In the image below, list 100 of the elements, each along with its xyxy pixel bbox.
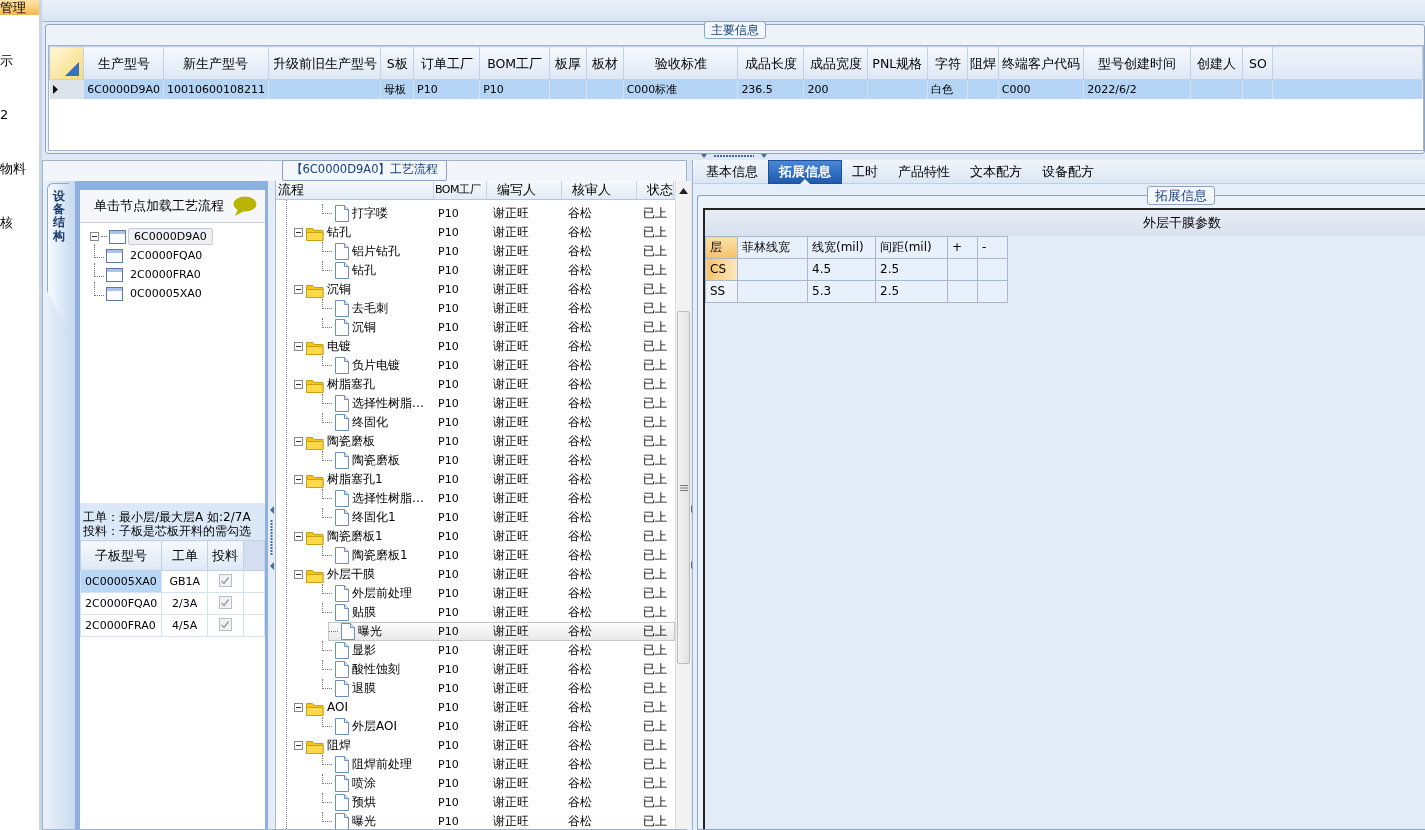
column-header[interactable]: BOM工厂 bbox=[479, 46, 550, 80]
column-header[interactable]: 成品长度 bbox=[737, 46, 804, 80]
tree-row[interactable]: 陶瓷磨板 P10 谢正旺 谷松 已上 bbox=[276, 451, 675, 470]
nav-item[interactable]: 核 bbox=[0, 215, 39, 231]
column-header[interactable]: 菲林线宽 bbox=[737, 236, 808, 259]
tree-node[interactable]: 2C0000FRA0 bbox=[125, 266, 206, 283]
column-header[interactable]: 生产型号 bbox=[83, 46, 164, 80]
tree-row[interactable]: 阻焊 P10 谢正旺 谷松 已上 bbox=[276, 736, 675, 755]
column-header[interactable]: 订单工厂 bbox=[413, 46, 480, 80]
tree-row[interactable]: 打字喽 P10 谢正旺 谷松 已上 bbox=[276, 204, 675, 223]
column-header[interactable]: - bbox=[977, 236, 1008, 259]
tab[interactable]: 设备配方 bbox=[1032, 160, 1104, 184]
checkbox[interactable] bbox=[219, 618, 232, 632]
tree-row[interactable]: 铝片钻孔 P10 谢正旺 谷松 已上 bbox=[276, 242, 675, 261]
column-header[interactable]: 工单 bbox=[161, 540, 208, 571]
tree-row[interactable]: 终固化1 P10 谢正旺 谷松 已上 bbox=[276, 508, 675, 527]
table-row[interactable]: 6C0000D9A0 10010600108211 母板 P10 P10 C000标准 236.5 200 白色 C000 2022/6/2 bbox=[49, 79, 1423, 99]
collapse-icon[interactable] bbox=[294, 475, 303, 484]
collapse-icon[interactable] bbox=[90, 232, 99, 241]
tree-row[interactable]: 阻焊前处理 P10 谢正旺 谷松 已上 bbox=[276, 755, 675, 774]
tree-row[interactable]: 去毛刺 P10 谢正旺 谷松 已上 bbox=[276, 299, 675, 318]
tree-row[interactable]: 陶瓷磨板 P10 谢正旺 谷松 已上 bbox=[276, 432, 675, 451]
tree-row[interactable]: 预烘 P10 谢正旺 谷松 已上 bbox=[276, 793, 675, 812]
column-header[interactable]: PNL规格 bbox=[867, 46, 928, 80]
column-header[interactable]: 板厚 bbox=[549, 46, 587, 80]
collapse-icon[interactable] bbox=[294, 285, 303, 294]
tree-row[interactable]: AOI P10 谢正旺 谷松 已上 bbox=[276, 698, 675, 717]
tree-node[interactable]: 0C00005XA0 bbox=[125, 285, 207, 302]
column-header[interactable]: 板材 bbox=[586, 46, 624, 80]
tree-row[interactable]: 显影 P10 谢正旺 谷松 已上 bbox=[276, 641, 675, 660]
column-header[interactable]: 成品宽度 bbox=[803, 46, 868, 80]
nav-item[interactable]: 示 bbox=[0, 53, 39, 69]
collapse-icon[interactable] bbox=[294, 380, 303, 389]
tab[interactable]: 基本信息 bbox=[696, 160, 768, 184]
tree-row[interactable]: 钻孔 P10 谢正旺 谷松 已上 bbox=[276, 223, 675, 242]
tree-row[interactable]: 退膜 P10 谢正旺 谷松 已上 bbox=[276, 679, 675, 698]
tree-row[interactable]: 选择性树脂… P10 谢正旺 谷松 已上 bbox=[276, 489, 675, 508]
side-tab[interactable]: 设备结构 bbox=[47, 183, 69, 333]
tree-row[interactable]: 树脂塞孔 P10 谢正旺 谷松 已上 bbox=[276, 375, 675, 394]
collapse-icon[interactable] bbox=[294, 437, 303, 446]
column-header[interactable]: BOM工厂 bbox=[434, 181, 487, 199]
tree-row[interactable]: 外层前处理 P10 谢正旺 谷松 已上 bbox=[276, 584, 675, 603]
collapse-icon[interactable] bbox=[294, 228, 303, 237]
scrollbar-thumb[interactable] bbox=[677, 311, 690, 664]
column-header[interactable]: 创建人 bbox=[1190, 46, 1243, 80]
tree-row[interactable]: 负片电镀 P10 谢正旺 谷松 已上 bbox=[276, 356, 675, 375]
column-header[interactable]: 间距(mil) bbox=[875, 236, 948, 259]
tree-row[interactable]: 外层AOI P10 谢正旺 谷松 已上 bbox=[276, 717, 675, 736]
collapse-icon[interactable] bbox=[294, 532, 303, 541]
tree-row[interactable]: 陶瓷磨板1 P10 谢正旺 谷松 已上 bbox=[276, 527, 675, 546]
column-header[interactable]: + bbox=[947, 236, 978, 259]
splitter-grip-icon[interactable] bbox=[269, 506, 274, 570]
tab[interactable]: 工时 bbox=[842, 160, 888, 184]
select-all-corner[interactable] bbox=[49, 46, 84, 80]
collapse-icon[interactable] bbox=[294, 342, 303, 351]
column-header[interactable]: 核审人 bbox=[562, 181, 637, 199]
nav-item[interactable]: 管理 bbox=[0, 0, 39, 15]
tab[interactable]: 产品特性 bbox=[888, 160, 960, 184]
row-header[interactable]: CS bbox=[705, 258, 738, 281]
tree-row[interactable]: 沉铜 P10 谢正旺 谷松 已上 bbox=[276, 318, 675, 337]
column-header[interactable]: 新生产型号 bbox=[163, 46, 269, 80]
tree-row[interactable]: 沉铜 P10 谢正旺 谷松 已上 bbox=[276, 280, 675, 299]
column-header[interactable]: 阻焊 bbox=[967, 46, 999, 80]
scrollbar[interactable] bbox=[675, 181, 691, 829]
tree-row[interactable]: 曝光 P10 谢正旺 谷松 已上 bbox=[328, 622, 675, 641]
checkbox[interactable] bbox=[219, 574, 232, 588]
column-header[interactable]: SO bbox=[1242, 46, 1273, 80]
column-header[interactable]: 子板型号 bbox=[80, 540, 162, 571]
column-header[interactable]: 流程 bbox=[276, 181, 434, 199]
column-header[interactable]: 编写人 bbox=[487, 181, 562, 199]
scroll-up-icon[interactable] bbox=[679, 188, 688, 194]
tree-row[interactable]: 选择性树脂… P10 谢正旺 谷松 已上 bbox=[276, 394, 675, 413]
splitter-grip-icon[interactable] bbox=[698, 154, 769, 160]
column-header[interactable]: 验收标准 bbox=[623, 46, 738, 80]
checkbox[interactable] bbox=[219, 596, 232, 610]
column-header[interactable]: 终端客户代码 bbox=[998, 46, 1084, 80]
collapse-icon[interactable] bbox=[294, 703, 303, 712]
tab[interactable]: 文本配方 bbox=[960, 160, 1032, 184]
column-header[interactable]: 投料 bbox=[207, 540, 244, 571]
nav-item[interactable]: 2 bbox=[0, 107, 39, 123]
tree-row[interactable]: 贴膜 P10 谢正旺 谷松 已上 bbox=[276, 603, 675, 622]
tree-node[interactable]: 6C0000D9A0 bbox=[128, 227, 213, 246]
collapse-icon[interactable] bbox=[294, 741, 303, 750]
tree-row[interactable]: 钻孔 P10 谢正旺 谷松 已上 bbox=[276, 261, 675, 280]
tree-row[interactable]: 陶瓷磨板1 P10 谢正旺 谷松 已上 bbox=[276, 546, 675, 565]
column-header[interactable]: 升级前旧生产型号 bbox=[268, 46, 381, 80]
tree-row[interactable]: 终固化 P10 谢正旺 谷松 已上 bbox=[276, 413, 675, 432]
column-header[interactable]: 状态 bbox=[637, 181, 674, 199]
column-header[interactable]: 线宽(mil) bbox=[807, 236, 876, 259]
tree-row[interactable]: 曝光 P10 谢正旺 谷松 已上 bbox=[276, 812, 675, 829]
table-cell[interactable]: 2C0000FRA0 bbox=[80, 614, 162, 637]
table-cell[interactable]: 2C0000FQA0 bbox=[80, 592, 162, 615]
column-header[interactable]: 型号创建时间 bbox=[1083, 46, 1191, 80]
tree-row[interactable]: 外层干膜 P10 谢正旺 谷松 已上 bbox=[276, 565, 675, 584]
column-header[interactable]: S板 bbox=[380, 46, 414, 80]
tab[interactable]: 拓展信息 bbox=[768, 160, 842, 184]
row-header[interactable]: SS bbox=[705, 280, 738, 303]
tree-row[interactable]: 电镀 P10 谢正旺 谷松 已上 bbox=[276, 337, 675, 356]
tree-row[interactable]: 酸性蚀刻 P10 谢正旺 谷松 已上 bbox=[276, 660, 675, 679]
tree-row[interactable]: 喷涂 P10 谢正旺 谷松 已上 bbox=[276, 774, 675, 793]
